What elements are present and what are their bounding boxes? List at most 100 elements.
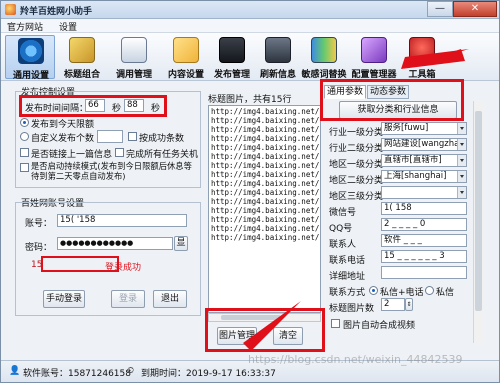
region-level2-label: 地区二级分类	[329, 176, 384, 186]
list-item[interactable]: http://img4.baixing.net/	[211, 215, 319, 224]
scroll-thumb[interactable]	[475, 111, 482, 311]
industry-level2-select[interactable]: 网站建设[wangzhanj	[381, 138, 467, 151]
show-password-button[interactable]: 显	[174, 236, 188, 251]
contact-person-input[interactable]: 软件 _ _ _	[381, 234, 467, 247]
interval-to-input[interactable]: 88	[124, 99, 144, 112]
list-item[interactable]: http://img4.baixing.net/	[211, 179, 319, 188]
radio-custom-count[interactable]	[20, 132, 29, 141]
software-account-label: 软件账号：15871246158	[23, 369, 131, 379]
tool-call-manager[interactable]: 调用管理	[109, 35, 159, 80]
tab-general-params[interactable]: 通用参数	[324, 85, 366, 99]
tab-dynamic-params[interactable]: 动态参数	[367, 85, 409, 99]
image-list-hscrollbar[interactable]	[208, 313, 321, 322]
img-count-stepper[interactable]: 2	[381, 298, 405, 311]
clear-button[interactable]: 清空	[273, 327, 303, 345]
list-item[interactable]: http://img4.baixing.net/	[211, 152, 319, 161]
close-button[interactable]: ✕	[453, 1, 497, 17]
continue-checkbox[interactable]	[20, 148, 29, 157]
title-bar: 羚羊百姓网小助手 — ✕	[1, 1, 499, 19]
custom-count-input[interactable]	[97, 130, 123, 143]
by-success-checkbox[interactable]	[128, 132, 137, 141]
region-level1-select[interactable]: 直辖市[直辖市]	[381, 154, 467, 167]
logout-button[interactable]: 退出	[153, 290, 187, 308]
stepper-arrows[interactable]: ⇕	[405, 298, 413, 311]
password-label: 密码：	[25, 243, 53, 253]
radio-private-phone[interactable]	[369, 286, 378, 295]
list-item[interactable]: http://img4.baixing.net/	[211, 197, 319, 206]
tool-label: 调用管理	[115, 70, 152, 80]
by-success-label: 按成功条数	[139, 134, 185, 144]
watermark-text: https://blog.csdn.net/weixin_44842539	[248, 353, 463, 366]
list-item[interactable]: http://img4.baixing.net/	[211, 116, 319, 125]
list-item[interactable]: http://img4.baixing.net/	[211, 233, 319, 242]
account-input[interactable]: 15( '158	[57, 214, 187, 227]
list-item[interactable]: http://img4.baixing.net/	[211, 125, 319, 134]
shutdown-checkbox[interactable]	[115, 148, 124, 157]
tool-sensitive-words[interactable]: 敏感词替换	[299, 35, 349, 80]
qq-label: QQ号	[329, 224, 353, 234]
tool-publish-manager[interactable]: 发布管理	[207, 35, 257, 80]
minimize-button[interactable]: —	[427, 1, 453, 17]
list-item[interactable]: http://img4.baixing.net/	[211, 107, 319, 116]
industry-level1-select[interactable]: 服务[fuwu]	[381, 122, 467, 135]
radio-custom-count-label: 自定义发布个数	[31, 134, 95, 144]
list-item[interactable]: http://img4.baixing.net/	[211, 188, 319, 197]
address-input[interactable]	[381, 266, 467, 279]
interval-from-input[interactable]: 66	[85, 99, 105, 112]
tool-content-settings[interactable]: 内容设置	[161, 35, 211, 80]
auto-video-checkbox[interactable]	[331, 319, 340, 328]
list-item[interactable]: http://img4.baixing.net/	[211, 143, 319, 152]
phone-input[interactable]: 15 _ _ _ _ _ _ 3	[381, 250, 467, 263]
tool-title-combo[interactable]: 标题组合	[57, 35, 107, 80]
select-value: 服务[fuwu]	[384, 123, 429, 133]
tool-toolbox[interactable]: 工具箱	[397, 35, 447, 80]
persistent-mode-label: 是否启动持续模式(发布到今日限额后休息等待到第二天零点自动发布)	[31, 161, 192, 181]
chevron-down-icon	[457, 171, 466, 182]
region-level1-label: 地区一级分类	[329, 160, 384, 170]
manual-login-button[interactable]: 手动登录	[43, 290, 85, 308]
list-item[interactable]: http://img4.baixing.net/	[211, 170, 319, 179]
app-logo-icon	[5, 4, 16, 15]
params-scrollbar[interactable]	[473, 101, 483, 343]
wechat-label: 微信号	[329, 208, 357, 218]
login-status-text: 登录成功	[105, 263, 142, 273]
toolbar: 通用设置 标题组合 调用管理 内容设置 发布管理 刷新信息 敏感词替换 配置管理…	[1, 33, 499, 81]
region-level2-select[interactable]: 上海[shanghai]	[381, 170, 467, 183]
scroll-thumb[interactable]	[221, 315, 281, 320]
refresh-info-icon	[265, 37, 291, 63]
fetch-categories-button[interactable]: 获取分类和行业信息	[339, 101, 457, 119]
tool-config-manager[interactable]: 配置管理器	[349, 35, 399, 80]
tool-general-settings[interactable]: 通用设置	[5, 35, 55, 81]
qq-input[interactable]: 2 _ _ _ _ 0	[381, 218, 467, 231]
wechat-input[interactable]: 1( 158	[381, 202, 467, 215]
expire-clock-icon: ⏲	[127, 366, 135, 376]
persistent-mode-checkbox[interactable]	[20, 163, 29, 172]
continue-label: 是否链接上一篇信息	[31, 150, 113, 160]
tool-refresh-info[interactable]: 刷新信息	[253, 35, 303, 80]
radio-daily-limit[interactable]	[20, 118, 29, 127]
menu-settings[interactable]: 设置	[59, 20, 77, 33]
menu-bar: 官方网站 设置	[1, 19, 499, 33]
content-settings-icon	[173, 37, 199, 63]
list-item[interactable]: http://img4.baixing.net/	[211, 134, 319, 143]
chevron-down-icon	[457, 123, 466, 134]
list-item[interactable]: http://img4.baixing.net/	[211, 206, 319, 215]
region-level3-select[interactable]	[381, 186, 467, 199]
image-url-list[interactable]: http://img4.baixing.net/ http://img4.bai…	[208, 105, 321, 313]
login-button[interactable]: 登录	[111, 290, 145, 308]
contact-method-label: 联系方式	[329, 288, 366, 298]
list-item[interactable]: http://img4.baixing.net/	[211, 161, 319, 170]
list-item[interactable]: http://img4.baixing.net/	[211, 224, 319, 233]
image-list-title: 标题图片，共有15行	[208, 95, 292, 105]
tool-label: 敏感词替换	[301, 70, 347, 80]
app-window: 羚羊百姓网小助手 — ✕ 官方网站 设置 通用设置 标题组合 调用管理 内容设置…	[0, 0, 500, 383]
call-manager-icon	[121, 37, 147, 63]
menu-official-site[interactable]: 官方网站	[7, 20, 43, 33]
img-count-label: 标题图片数	[329, 304, 375, 314]
chevron-down-icon	[457, 139, 466, 150]
image-manage-button[interactable]: 图片管理	[217, 327, 257, 345]
chevron-down-icon	[457, 187, 466, 198]
radio-private-only[interactable]	[425, 286, 434, 295]
radio-private-phone-label: 私信+电话	[380, 288, 424, 298]
password-input[interactable]: ●●●●●●●●●●●●	[57, 237, 173, 250]
